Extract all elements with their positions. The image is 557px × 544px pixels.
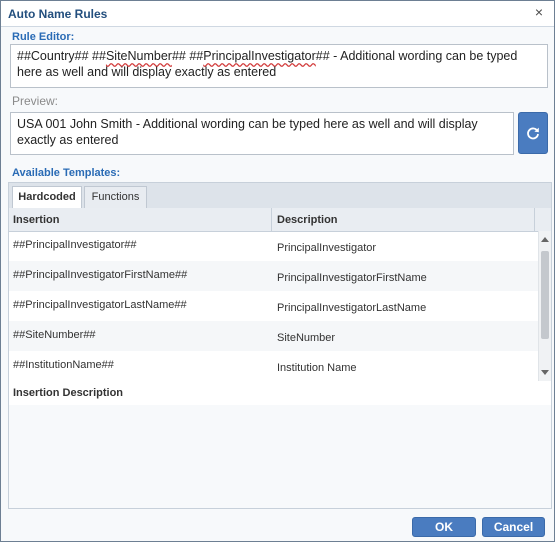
dialog-titlebar: Auto Name Rules × xyxy=(1,1,554,27)
spellcheck-flagged-word: PrincipalInvestigator xyxy=(203,49,316,63)
table-row[interactable]: ##SiteNumber## SiteNumber xyxy=(9,321,538,351)
insertion-cell: ##PrincipalInvestigatorLastName## xyxy=(13,299,187,311)
insertion-cell: ##PrincipalInvestigator## xyxy=(13,239,137,251)
available-templates-label: Available Templates: xyxy=(12,167,121,179)
rule-editor-input[interactable]: ##Country## ##SiteNumber## ##PrincipalIn… xyxy=(10,44,548,88)
rule-editor-text: ## ## xyxy=(171,49,204,63)
description-cell: PrincipalInvestigatorFirstName xyxy=(277,272,427,284)
insertion-cell: ##PrincipalInvestigatorFirstName## xyxy=(13,269,188,281)
scroll-down-arrow-icon[interactable] xyxy=(541,370,549,375)
insertion-description-header: Insertion Description xyxy=(9,381,551,406)
cancel-button[interactable]: Cancel xyxy=(482,517,545,537)
rule-editor-text: ##Country## ## xyxy=(17,49,106,63)
table-row[interactable]: ##InstitutionName## Institution Name xyxy=(9,351,538,381)
tab-hardcoded[interactable]: Hardcoded xyxy=(12,186,82,209)
column-header-description[interactable]: Description xyxy=(277,214,338,226)
column-divider xyxy=(271,208,272,231)
refresh-icon xyxy=(527,127,539,140)
close-icon[interactable]: × xyxy=(532,5,546,19)
column-divider xyxy=(534,208,535,231)
description-cell: PrincipalInvestigatorLastName xyxy=(277,302,427,314)
dialog-title: Auto Name Rules xyxy=(8,7,108,21)
scroll-up-arrow-icon[interactable] xyxy=(541,237,549,242)
table-row[interactable]: ##PrincipalInvestigator## PrincipalInves… xyxy=(9,231,538,261)
table-row[interactable]: ##PrincipalInvestigatorFirstName## Princ… xyxy=(9,261,538,291)
templates-grid-header: Insertion Description xyxy=(9,208,551,232)
ok-button[interactable]: OK xyxy=(412,517,476,537)
preview-field: USA 001 John Smith - Additional wording … xyxy=(10,112,514,155)
tab-functions[interactable]: Functions xyxy=(84,186,147,208)
templates-grid-body: ##PrincipalInvestigator## PrincipalInves… xyxy=(9,231,551,381)
templates-tabstrip: Hardcoded Functions xyxy=(9,183,551,209)
insertion-cell: ##InstitutionName## xyxy=(13,359,114,371)
refresh-preview-button[interactable] xyxy=(518,112,548,154)
templates-scrollbar[interactable] xyxy=(538,231,551,381)
templates-panel: Hardcoded Functions Insertion Descriptio… xyxy=(8,182,552,509)
preview-label: Preview: xyxy=(12,94,59,108)
insertion-cell: ##SiteNumber## xyxy=(13,329,96,341)
insertion-description-label: Insertion Description xyxy=(13,387,124,399)
column-header-insertion[interactable]: Insertion xyxy=(13,214,59,226)
spellcheck-flagged-word: SiteNumber xyxy=(105,49,172,63)
insertion-description-area xyxy=(9,405,551,508)
rule-editor-label: Rule Editor: xyxy=(12,31,75,43)
auto-name-rules-dialog: Auto Name Rules × Rule Editor: ##Country… xyxy=(0,0,555,542)
description-cell: Institution Name xyxy=(277,362,357,374)
description-cell: SiteNumber xyxy=(277,332,336,344)
description-cell: PrincipalInvestigator xyxy=(277,242,377,254)
table-row[interactable]: ##PrincipalInvestigatorLastName## Princi… xyxy=(9,291,538,321)
scroll-thumb[interactable] xyxy=(541,251,549,339)
